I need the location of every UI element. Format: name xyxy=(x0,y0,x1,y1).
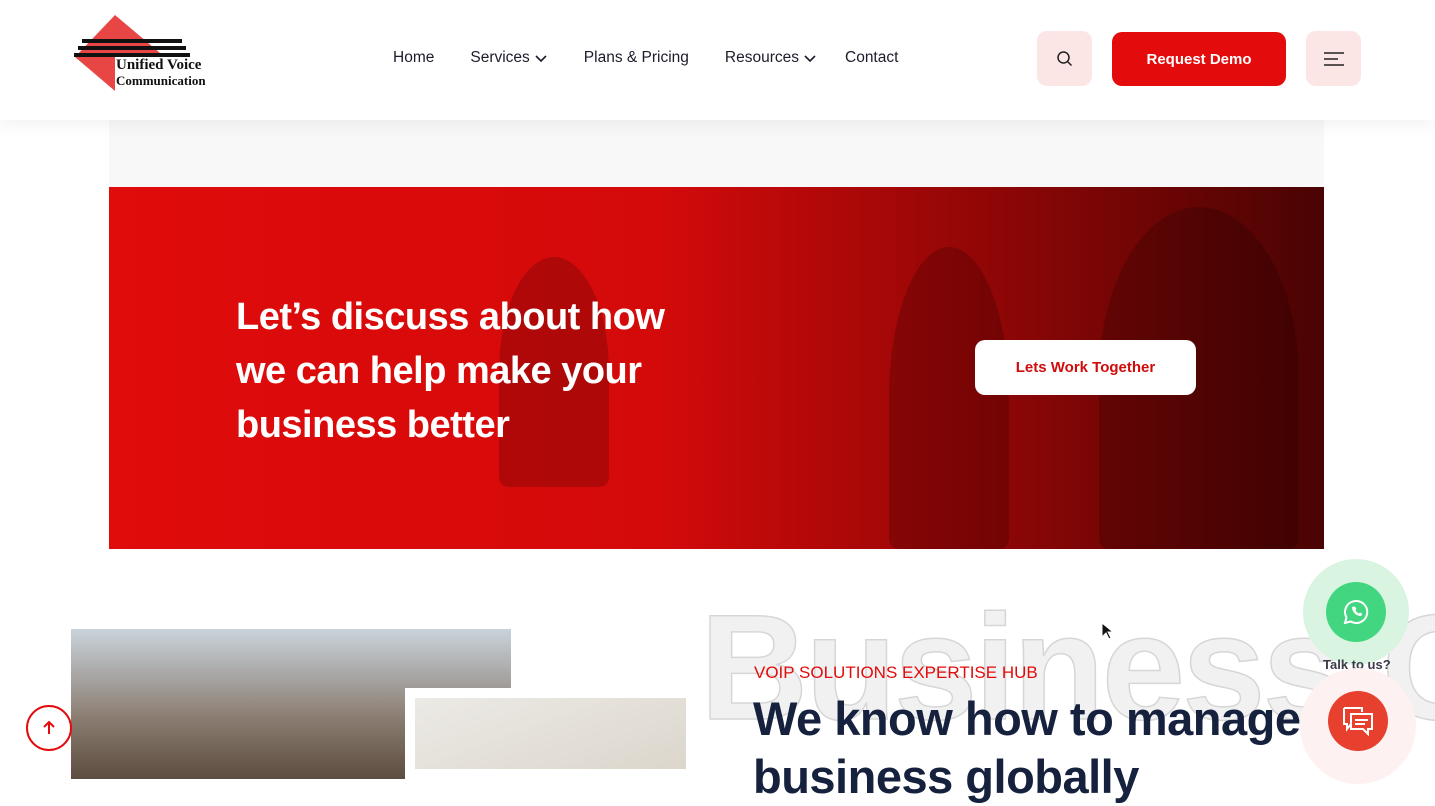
nav-label: Services xyxy=(470,49,530,66)
nav-resources[interactable]: Resources xyxy=(725,49,817,67)
people-silhouette xyxy=(889,247,1009,549)
chat-button[interactable] xyxy=(1328,691,1388,751)
nav-contact[interactable]: Contact xyxy=(845,49,898,67)
menu-button[interactable] xyxy=(1306,31,1361,86)
chevron-down-icon xyxy=(804,55,816,63)
chevron-down-icon xyxy=(535,55,547,63)
logo-subtext: Communication xyxy=(116,73,206,88)
lets-work-together-button[interactable]: Lets Work Together xyxy=(975,340,1196,395)
scroll-to-top-button[interactable] xyxy=(26,705,72,751)
logo[interactable]: Unified Voice Communication xyxy=(70,15,230,95)
main-nav: Home Services Plans & Pricing Resources … xyxy=(393,49,898,67)
logo-text: Unified Voice xyxy=(116,57,202,73)
arrow-up-icon xyxy=(43,720,55,734)
chat-icon xyxy=(1343,707,1373,737)
nav-label: Plans & Pricing xyxy=(583,49,689,66)
section-eyebrow: VOIP SOLUTIONS EXPERTISE HUB xyxy=(754,663,1038,682)
cta-heading: Let’s discuss about how we can help make… xyxy=(236,296,665,446)
nav-home[interactable]: Home xyxy=(393,49,434,67)
hamburger-icon xyxy=(1323,51,1344,66)
site-header: Unified Voice Communication Home Service… xyxy=(0,0,1435,120)
search-button[interactable] xyxy=(1037,31,1092,86)
nav-label: Home xyxy=(393,49,435,66)
secondary-photo xyxy=(405,688,696,779)
cta-banner: Let’s discuss about how we can help make… xyxy=(109,187,1324,549)
nav-label: Contact xyxy=(845,49,899,66)
section-headline: We know how to manage business globally xyxy=(753,692,1301,803)
section-divider xyxy=(109,120,1324,187)
nav-services[interactable]: Services xyxy=(470,49,547,67)
nav-plans[interactable]: Plans & Pricing xyxy=(584,49,689,67)
mouse-cursor-icon xyxy=(1101,622,1113,640)
whatsapp-icon xyxy=(1343,599,1369,625)
nav-label: Resources xyxy=(724,49,799,66)
whatsapp-button[interactable] xyxy=(1326,582,1386,642)
search-icon xyxy=(1056,50,1072,66)
request-demo-button[interactable]: Request Demo xyxy=(1112,32,1286,86)
